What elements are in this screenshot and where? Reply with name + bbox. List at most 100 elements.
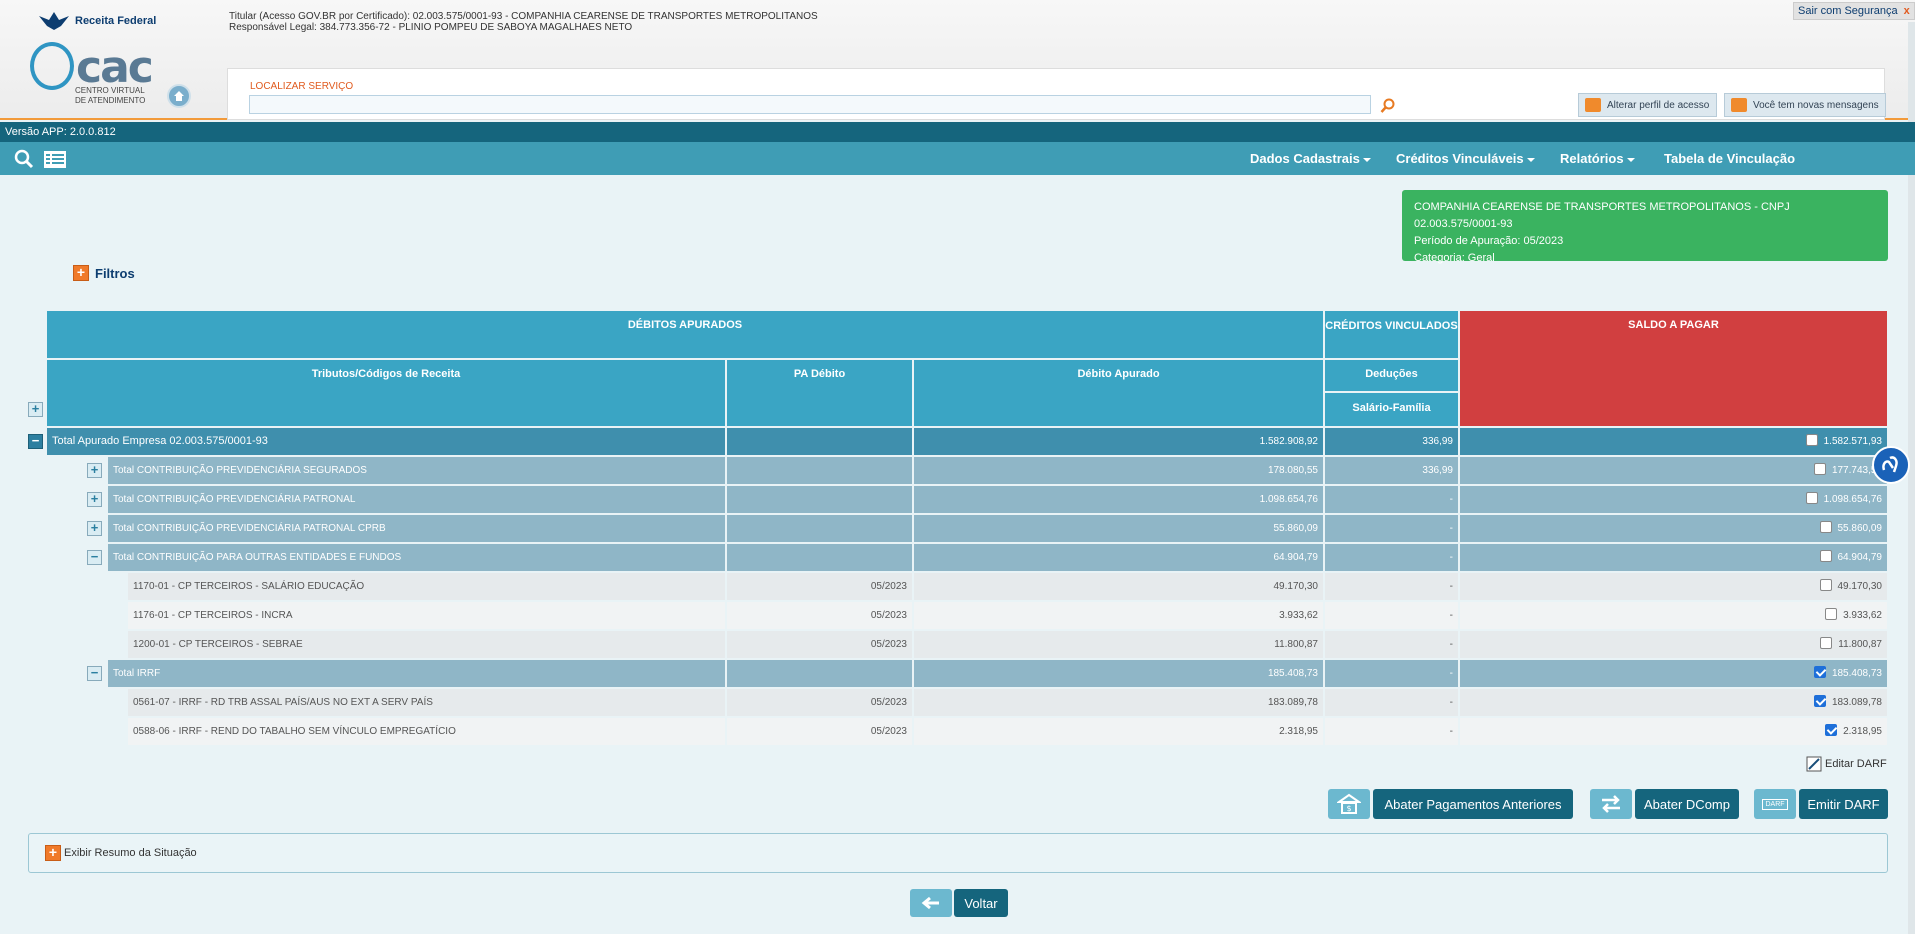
row-pa-debito: 05/2023 [727,573,912,600]
row-saldo-value: 11.800,87 [1838,639,1882,650]
row-checkbox[interactable] [1813,695,1826,708]
mensagens-button[interactable]: Você tem novas mensagens [1724,93,1886,117]
row-deducao: - [1325,660,1458,687]
chevron-down-icon [1626,157,1635,162]
row-saldo-value: 64.904,79 [1837,552,1883,563]
row-checkbox[interactable] [1825,724,1838,737]
row-debito-apurado: 49.170,30 [914,573,1323,600]
row-checkbox[interactable] [1819,550,1832,563]
nav-dados-cadastrais[interactable]: Dados Cadastrais [1250,142,1371,175]
collapse-icon[interactable]: − [87,666,102,681]
nav-tabela-label: Tabela de Vinculação [1664,151,1796,166]
row-tributo: Total CONTRIBUIÇÃO PREVIDENCIÁRIA SEGURA… [108,457,725,484]
search-icon[interactable] [1380,98,1396,114]
nav-dados-label: Dados Cadastrais [1250,151,1360,166]
row-debito-apurado: 1.098.654,76 [914,486,1323,513]
abater-pagamentos-button[interactable]: Abater Pagamentos Anteriores [1373,789,1573,819]
nav-tabela-vinculacao[interactable]: Tabela de Vinculação [1664,142,1795,175]
row-checkbox[interactable] [1805,434,1818,447]
categoria-line: Categoria: Geral [1414,252,1495,264]
grid-icon[interactable] [44,151,66,168]
row-saldo: 185.408,73 [1460,660,1887,687]
row-deducao: - [1325,631,1458,658]
tributos-header: Tributos/Códigos de Receita [47,360,725,426]
expand-icon[interactable]: + [87,463,102,478]
svg-text:$: $ [1346,804,1351,813]
row-debito-apurado: 185.408,73 [914,660,1323,687]
row-checkbox[interactable] [1805,492,1818,505]
row-checkbox[interactable] [1813,463,1826,476]
debito-apurado-header: Débito Apurado [914,360,1323,426]
row-tributo: 1200-01 - CP TERCEIROS - SEBRAE [128,631,725,658]
row-saldo: 55.860,09 [1460,515,1887,542]
chevron-down-icon [1526,157,1535,162]
users-icon [1585,98,1601,112]
expand-icon[interactable]: + [87,521,102,536]
row-saldo: 1.582.571,93 [1460,428,1887,455]
nav-creditos-vinculaveis[interactable]: Créditos Vinculáveis [1396,142,1535,175]
mensagens-label: Você tem novas mensagens [1753,99,1879,111]
company-line: COMPANHIA CEARENSE DE TRANSPORTES METROP… [1414,201,1790,230]
editar-darf-button[interactable]: Editar DARF [1806,756,1887,772]
close-icon: x [1903,5,1910,17]
version-bar: Versão APP: 2.0.0.812 [0,122,1915,142]
expand-all-icon[interactable]: + [28,402,43,417]
expand-icon[interactable]: + [87,492,102,507]
row-saldo-value: 1.582.571,93 [1823,436,1882,447]
bank-icon[interactable]: $ [1328,789,1370,819]
company-info-box: COMPANHIA CEARENSE DE TRANSPORTES METROP… [1402,190,1888,264]
filtros-toggle[interactable]: + Filtros [73,265,135,281]
row-checkbox[interactable] [1819,579,1832,592]
search-label: LOCALIZAR SERVIÇO [250,81,354,92]
alterar-perfil-button[interactable]: Alterar perfil de acesso [1578,93,1717,117]
accessibility-hands-icon[interactable] [1872,446,1910,484]
nav-relatorios[interactable]: Relatórios [1560,142,1635,175]
darf-icon[interactable]: DARF [1754,789,1796,819]
row-tributo: 1170-01 - CP TERCEIROS - SALÁRIO EDUCAÇÃ… [128,573,725,600]
ecac-logo[interactable]: cac CENTRO VIRTUAL DE ATENDIMENTO [30,38,170,110]
emitir-darf-button[interactable]: Emitir DARF [1799,789,1888,819]
row-deducao: - [1325,486,1458,513]
collapse-icon[interactable]: − [87,550,102,565]
row-checkbox[interactable] [1820,637,1833,650]
row-debito-apurado: 183.089,78 [914,689,1323,716]
home-button[interactable] [167,84,191,108]
filtros-label: Filtros [95,265,135,281]
voltar-button[interactable]: Voltar [954,889,1008,917]
abater-dcomp-button[interactable]: Abater DComp [1635,789,1739,819]
row-pa-debito: 05/2023 [727,689,912,716]
swap-icon[interactable] [1590,789,1632,819]
row-debito-apurado: 11.800,87 [914,631,1323,658]
sair-button[interactable]: Sair com Segurança x [1793,2,1915,20]
responsavel-line: Responsável Legal: 384.773.356-72 - PLIN… [229,22,633,33]
receita-federal-logo[interactable]: Receita Federal [37,10,156,32]
row-checkbox[interactable] [1813,666,1826,679]
row-checkbox[interactable] [1819,521,1832,534]
row-checkbox[interactable] [1825,608,1838,621]
row-tributo: Total IRRF [108,660,725,687]
row-tributo: Total CONTRIBUIÇÃO PREVIDENCIÁRIA PATRON… [108,486,725,513]
search-input[interactable] [249,95,1371,114]
row-saldo-value: 1.098.654,76 [1823,494,1882,505]
plus-icon: + [45,845,61,861]
sair-label: Sair com Segurança [1798,5,1898,17]
search-icon[interactable] [14,149,34,169]
row-pa-debito [727,544,912,571]
row-saldo-value: 49.170,30 [1837,581,1883,592]
exibir-resumo-toggle[interactable]: + Exibir Resumo da Situação [45,845,197,861]
row-tributo: Total CONTRIBUIÇÃO PARA OUTRAS ENTIDADES… [108,544,725,571]
row-saldo: 49.170,30 [1460,573,1887,600]
row-debito-apurado: 55.860,09 [914,515,1323,542]
page-header: Receita Federal cac CENTRO VIRTUAL DE AT… [0,0,1915,120]
row-tributo: 0588-06 - IRRF - REND DO TABALHO SEM VÍN… [128,718,725,745]
row-debito-apurado: 1.582.908,92 [914,428,1323,455]
row-debito-apurado: 64.904,79 [914,544,1323,571]
deducoes-header: Deduções [1325,360,1458,391]
periodo-line: Período de Apuração: 05/2023 [1414,235,1564,247]
arrow-left-icon[interactable] [910,889,952,917]
row-saldo: 64.904,79 [1460,544,1887,571]
row-saldo: 3.933,62 [1460,602,1887,629]
collapse-icon[interactable]: − [28,434,43,449]
row-tributo: Total Apurado Empresa 02.003.575/0001-93 [47,428,725,455]
ecac-subtitle: CENTRO VIRTUAL DE ATENDIMENTO [75,86,146,105]
